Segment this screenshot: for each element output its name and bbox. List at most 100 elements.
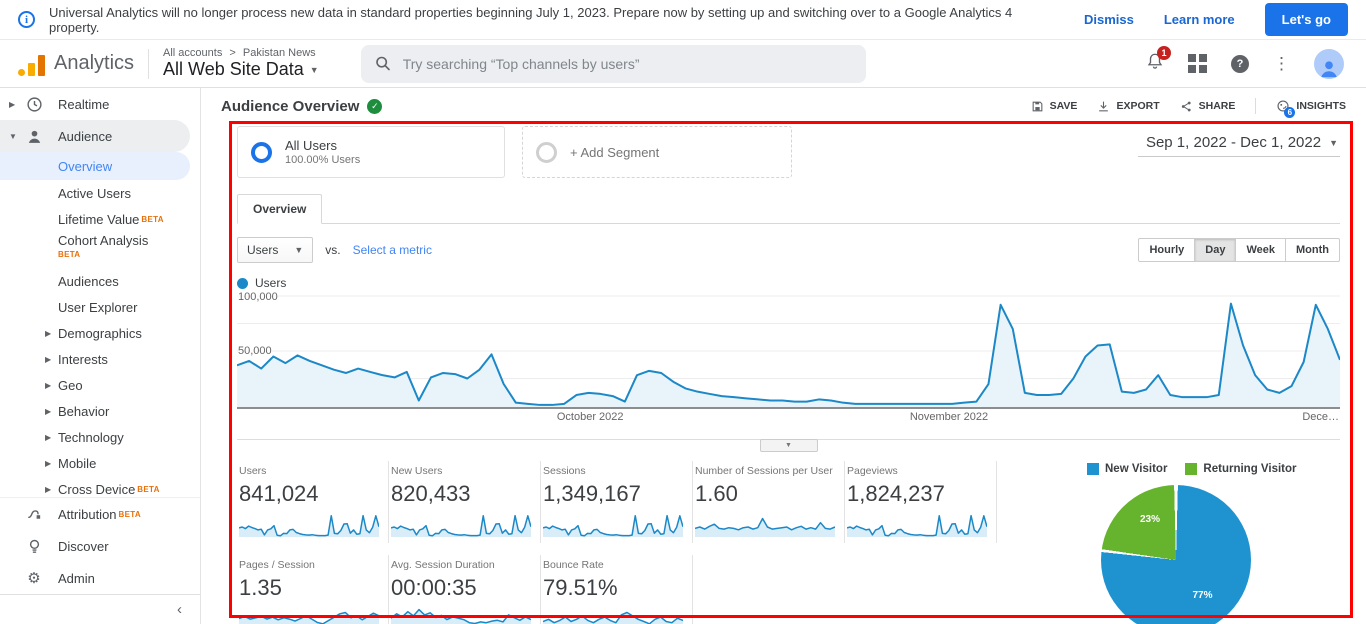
lightbulb-icon (24, 538, 44, 555)
kebab-menu-icon[interactable]: ⋮ (1273, 55, 1290, 72)
metric-dropdown[interactable]: Users ▼ (237, 237, 314, 263)
segment-all-users[interactable]: All Users 100.00% Users (237, 126, 505, 178)
visitor-pie-chart[interactable]: 77% 23% (1101, 485, 1251, 624)
header-actions: 1 ? ⋮ (1146, 46, 1366, 79)
analytics-logo-icon[interactable] (18, 52, 45, 76)
sidebar-item-technology[interactable]: ▶ Technology (0, 424, 200, 450)
x-axis-label: Dece… (1302, 411, 1339, 423)
metric-card-sessions-per-user[interactable]: Number of Sessions per User 1.60 (693, 461, 845, 543)
metric-cards: Users 841,024 New Users 820,433 Sessions… (237, 461, 1009, 624)
chevron-down-icon: ▼ (309, 64, 319, 75)
tab-overview[interactable]: Overview (237, 194, 323, 224)
metric-card-pageviews[interactable]: Pageviews 1,824,237 (845, 461, 997, 543)
chart-divider: ▼ (237, 439, 1340, 453)
dismiss-button[interactable]: Dismiss (1084, 12, 1134, 27)
sidebar-item-geo[interactable]: ▶ Geo (0, 372, 200, 398)
download-icon (1099, 101, 1109, 111)
sidebar-item-active-users[interactable]: Active Users (0, 180, 200, 206)
collapse-chart-handle[interactable]: ▼ (759, 439, 818, 452)
sidebar-item-realtime[interactable]: ▶ Realtime (0, 88, 200, 120)
sparkline (695, 511, 835, 537)
granularity-day[interactable]: Day (1195, 238, 1237, 262)
sidebar-bottom: Attribution BETA Discover ⚙ Admin ‹ (0, 497, 200, 624)
pie-value-label: 77% (1192, 590, 1213, 601)
share-button[interactable]: SHARE (1180, 100, 1235, 113)
sidebar-item-admin[interactable]: ⚙ Admin (0, 562, 200, 594)
help-icon[interactable]: ? (1231, 54, 1249, 73)
segment-ring-icon (536, 141, 557, 163)
property-selector[interactable]: All Web Site Data ▼ (163, 59, 319, 80)
vs-label: vs. (325, 243, 341, 257)
sparkline (391, 511, 531, 537)
expand-arrow-icon: ▶ (45, 406, 52, 416)
add-segment-button[interactable]: + Add Segment (522, 126, 792, 178)
legend-returning-visitor: Returning Visitor (1185, 463, 1297, 475)
metric-card-avg-session-duration[interactable]: Avg. Session Duration 00:00:35 (389, 555, 541, 624)
y-axis-label: 50,000 (238, 345, 272, 357)
account-selector[interactable]: All accounts > Pakistan News All Web Sit… (163, 47, 319, 80)
beta-badge: BETA (118, 509, 141, 519)
y-axis-label: 100,000 (238, 291, 278, 303)
sparkline (239, 605, 379, 624)
sparkline (391, 605, 531, 624)
learn-more-button[interactable]: Learn more (1164, 12, 1235, 27)
sidebar-item-audiences[interactable]: Audiences (0, 268, 200, 294)
sidebar-item-behavior[interactable]: ▶ Behavior (0, 398, 200, 424)
sidebar-item-discover[interactable]: Discover (0, 530, 200, 562)
insights-button[interactable]: 6 INSIGHTS (1276, 99, 1346, 118)
header-divider (148, 48, 150, 79)
notification-badge: 1 (1157, 46, 1171, 60)
insights-count-badge: 6 (1284, 107, 1296, 118)
sidebar-item-interests[interactable]: ▶ Interests (0, 346, 200, 372)
metric-card-pages-per-session[interactable]: Pages / Session 1.35 (237, 555, 389, 624)
tab-bar: Overview (237, 194, 1340, 224)
select-metric-link[interactable]: Select a metric (353, 243, 432, 257)
users-timeseries-chart[interactable]: 100,000 50,000 (237, 291, 1340, 409)
save-button[interactable]: SAVE (1031, 100, 1077, 113)
expand-arrow-icon[interactable]: ▶ (9, 100, 22, 109)
export-button[interactable]: EXPORT (1097, 100, 1160, 113)
sparkline (543, 511, 683, 537)
expand-arrow-icon: ▶ (45, 458, 52, 468)
sidebar-item-demographics[interactable]: ▶ Demographics (0, 320, 200, 346)
collapse-arrow-icon[interactable]: ▼ (9, 132, 22, 141)
sidebar-item-audience[interactable]: ▼ Audience (0, 120, 190, 152)
breadcrumb: All accounts > Pakistan News (163, 47, 316, 59)
info-icon: i (18, 11, 35, 28)
sidebar-item-cohort-analysis[interactable]: Cohort Analysis BETA (0, 232, 200, 268)
search-input[interactable] (402, 55, 852, 72)
visitor-pie-section: New Visitor Returning Visitor 77% 23% (1009, 461, 1340, 624)
chevron-right-icon: > (229, 47, 236, 59)
metric-card-users[interactable]: Users 841,024 (237, 461, 389, 543)
apps-grid-icon[interactable] (1188, 54, 1207, 73)
notifications-button[interactable]: 1 (1146, 46, 1171, 76)
metric-card-new-users[interactable]: New Users 820,433 (389, 461, 541, 543)
beta-badge: BETA (141, 214, 164, 224)
sidebar-item-lifetime-value[interactable]: Lifetime Value BETA (0, 206, 200, 232)
chevron-down-icon: ▼ (1329, 137, 1338, 148)
sidebar-item-overview[interactable]: Overview (0, 152, 190, 180)
main-content: Audience Overview ✓ SAVE EXPORT SHARE 6 … (201, 88, 1366, 624)
sidebar-collapse-button[interactable]: ‹ (0, 594, 200, 624)
sparkline (239, 511, 379, 537)
metric-card-sessions[interactable]: Sessions 1,349,167 (541, 461, 693, 543)
date-range-picker[interactable]: Sep 1, 2022 - Dec 1, 2022 ▼ (1137, 134, 1340, 157)
search-bar[interactable] (360, 44, 866, 83)
sidebar-item-mobile[interactable]: ▶ Mobile (0, 450, 200, 476)
avatar[interactable] (1314, 48, 1344, 79)
granularity-hourly[interactable]: Hourly (1138, 238, 1196, 262)
expand-arrow-icon: ▶ (45, 328, 52, 338)
sparkline (847, 511, 987, 537)
app-header: Analytics All accounts > Pakistan News A… (0, 40, 1366, 88)
x-axis: October 2022 November 2022 Dece… (237, 411, 1340, 427)
sidebar-item-user-explorer[interactable]: User Explorer (0, 294, 200, 320)
share-icon (1181, 101, 1191, 111)
granularity-week[interactable]: Week (1236, 238, 1287, 262)
sidebar: ▶ Realtime ▼ Audience Overview Active Us… (0, 88, 201, 624)
product-name: Analytics (54, 52, 135, 74)
granularity-month[interactable]: Month (1286, 238, 1340, 262)
lets-go-button[interactable]: Let's go (1264, 3, 1348, 36)
x-axis-label: October 2022 (556, 411, 624, 423)
sidebar-item-attribution[interactable]: Attribution BETA (0, 498, 200, 530)
metric-card-bounce-rate[interactable]: Bounce Rate 79.51% (541, 555, 693, 624)
